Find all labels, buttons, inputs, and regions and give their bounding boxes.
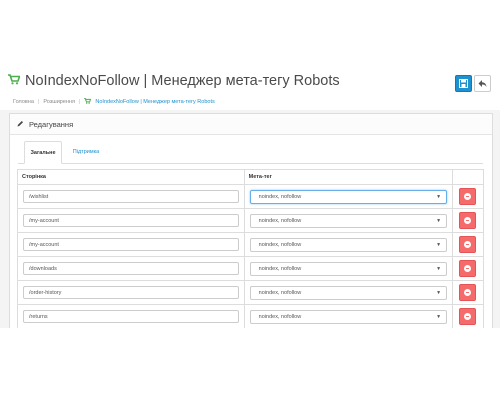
meta-tag-select[interactable]: noindex, nofollow ▼ [249, 213, 448, 228]
meta-tag-value: noindex, nofollow [258, 217, 302, 224]
tab-support[interactable]: Підтримка [66, 141, 106, 162]
pencil-icon [17, 120, 24, 129]
caret-down-icon: ▼ [436, 313, 442, 320]
meta-tag-select[interactable]: noindex, nofollow ▼ [249, 309, 448, 324]
breadcrumb-extensions[interactable]: Розширення [43, 99, 75, 105]
minus-circle-icon [464, 217, 472, 224]
page-input[interactable]: /my-account [23, 214, 239, 227]
column-header-action [452, 169, 484, 185]
remove-button[interactable] [459, 308, 477, 325]
page-input[interactable]: /downloads [23, 262, 239, 275]
table-row: /returns noindex, nofollow ▼ [17, 304, 484, 329]
remove-button[interactable] [459, 188, 477, 205]
meta-tag-select[interactable]: noindex, nofollow ▼ [249, 237, 448, 252]
page-input[interactable]: /my-account [23, 238, 239, 251]
meta-tag-select[interactable]: noindex, nofollow ▼ [249, 285, 448, 300]
table-row: /my-account noindex, nofollow ▼ [17, 232, 484, 257]
column-header-page: Сторінка [17, 169, 245, 185]
panel-heading-text: Редагування [29, 119, 74, 129]
caret-down-icon: ▼ [436, 265, 442, 272]
robots-table: Сторінка Мета-тег /wishlist noindex, nof… [17, 169, 484, 353]
minus-circle-icon [464, 193, 472, 200]
minus-circle-icon [464, 265, 472, 272]
minus-circle-icon [464, 313, 472, 320]
remove-button[interactable] [459, 260, 477, 277]
cart-icon [8, 73, 21, 89]
caret-down-icon: ▼ [436, 217, 442, 224]
meta-tag-value: noindex, nofollow [258, 289, 302, 296]
page-input[interactable]: /returns [23, 310, 239, 323]
breadcrumb-current[interactable]: NoIndexNoFollow | Менеджер мета-тегу Rob… [95, 99, 214, 105]
minus-circle-icon [464, 241, 472, 248]
caret-down-icon: ▼ [436, 193, 442, 200]
breadcrumb: Головна | Розширення | NoIndexNoFollow |… [13, 98, 215, 106]
meta-tag-value: noindex, nofollow [258, 241, 302, 248]
tab-general[interactable]: Загальне [24, 141, 62, 164]
minus-circle-icon [464, 289, 472, 296]
caret-down-icon: ▼ [436, 241, 442, 248]
reply-icon [478, 80, 487, 87]
tab-bar: Загальне Підтримка [18, 141, 483, 164]
page-input[interactable]: /order-history [23, 286, 239, 299]
page-title-text: NoIndexNoFollow | Менеджер мета-тегу Rob… [25, 73, 340, 89]
cart-icon [84, 98, 92, 106]
remove-button[interactable] [459, 212, 477, 229]
page-input[interactable]: /wishlist [23, 190, 239, 203]
caret-down-icon: ▼ [436, 289, 442, 296]
back-button[interactable] [474, 75, 491, 92]
table-row: /order-history noindex, nofollow ▼ [17, 280, 484, 305]
table-row: /downloads noindex, nofollow ▼ [17, 256, 484, 281]
panel-heading: Редагування [10, 114, 492, 135]
remove-button[interactable] [459, 236, 477, 253]
page-title: NoIndexNoFollow | Менеджер мета-тегу Rob… [8, 73, 340, 89]
table-header-row: Сторінка Мета-тег [17, 169, 484, 185]
remove-button[interactable] [459, 284, 477, 301]
meta-tag-select[interactable]: noindex, nofollow ▼ [249, 261, 448, 276]
table-row: /my-account noindex, nofollow ▼ [17, 208, 484, 233]
table-row: /wishlist noindex, nofollow ▼ [17, 184, 484, 209]
bottom-cutoff [0, 328, 500, 400]
save-button[interactable] [455, 75, 472, 92]
save-icon [459, 79, 468, 88]
column-header-meta-tag: Мета-тег [243, 169, 454, 185]
meta-tag-value: noindex, nofollow [258, 265, 302, 272]
breadcrumb-home[interactable]: Головна [13, 99, 34, 105]
meta-tag-value: noindex, nofollow [258, 313, 302, 320]
meta-tag-select[interactable]: noindex, nofollow ▼ [249, 189, 448, 204]
meta-tag-value: noindex, nofollow [258, 193, 302, 200]
